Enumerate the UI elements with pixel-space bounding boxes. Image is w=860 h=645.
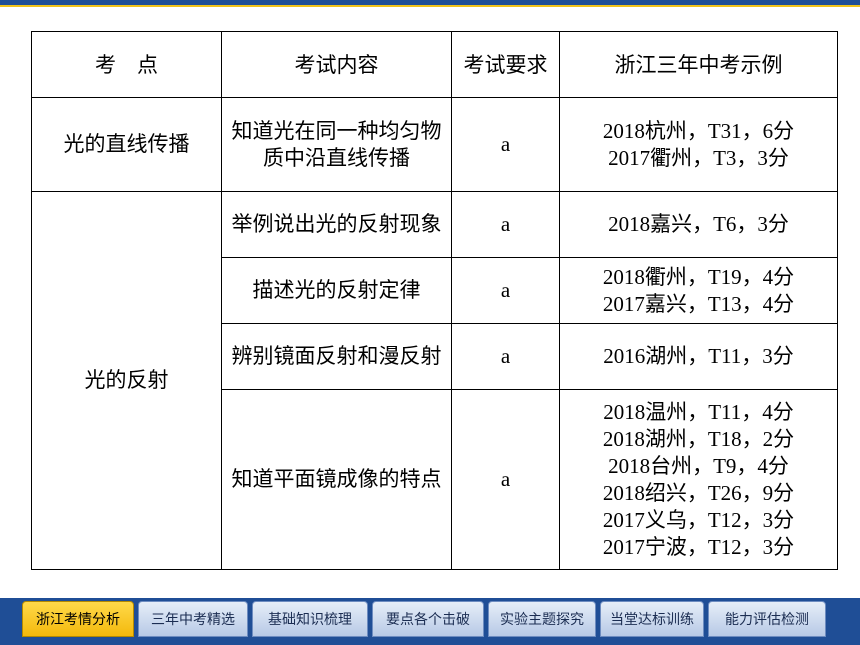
- content-cell: 举例说出光的反射现象: [221, 191, 452, 258]
- tab-basic-knowledge[interactable]: 基础知识梳理: [252, 601, 368, 637]
- header-content: 考试内容: [221, 31, 452, 98]
- example-line: 2017嘉兴，T13，4分: [602, 291, 795, 316]
- example-line: 2018台州，T9，4分: [608, 453, 789, 478]
- requirement-cell: a: [451, 97, 560, 192]
- header-requirement: 考试要求: [451, 31, 560, 98]
- header-examples: 浙江三年中考示例: [559, 31, 838, 98]
- example-line: 2016湖州，T11，3分: [603, 344, 794, 368]
- table-row: 光的反射 举例说出光的反射现象 a 2018嘉兴，T6，3分: [31, 191, 838, 570]
- example-line: 2018嘉兴，T6，3分: [608, 212, 789, 236]
- requirement-cell: a: [451, 389, 560, 570]
- tab-three-year-exams[interactable]: 三年中考精选: [138, 601, 248, 637]
- example-line: 2017衢州，T3，3分: [608, 145, 789, 170]
- table-header-row: 考 点 考试内容 考试要求 浙江三年中考示例: [31, 31, 838, 98]
- requirement-cell: a: [451, 191, 560, 258]
- table-row: 光的直线传播 知道光在同一种均匀物质中沿直线传播 a 2018杭州，T31，6分…: [31, 97, 838, 192]
- tab-experiment-inquiry[interactable]: 实验主题探究: [488, 601, 596, 637]
- examples-cell: 2018温州，T11，4分 2018湖州，T18，2分 2018台州，T9，4分…: [559, 389, 838, 570]
- content-cell: 描述光的反射定律: [221, 257, 452, 324]
- top-accent-stripe: [0, 5, 860, 7]
- example-line: 2018湖州，T18，2分: [602, 426, 795, 451]
- point-cell: 光的反射: [31, 191, 222, 570]
- content-cell: 知道平面镜成像的特点: [221, 389, 452, 570]
- example-line: 2018绍兴，T26，9分: [602, 480, 795, 505]
- example-line: 2018温州，T11，4分: [603, 399, 794, 424]
- content-cell: 知道光在同一种均匀物质中沿直线传播: [221, 97, 452, 192]
- tab-classroom-practice[interactable]: 当堂达标训练: [600, 601, 704, 637]
- tab-key-points[interactable]: 要点各个击破: [372, 601, 484, 637]
- tab-ability-assessment[interactable]: 能力评估检测: [708, 601, 826, 637]
- examples-cell: 2016湖州，T11，3分: [559, 323, 838, 390]
- examples-cell: 2018衢州，T19，4分 2017嘉兴，T13，4分: [559, 257, 838, 324]
- content-cell: 辨别镜面反射和漫反射: [221, 323, 452, 390]
- examples-cell: 2018嘉兴，T6，3分: [559, 191, 838, 258]
- example-line: 2017宁波，T12，3分: [602, 534, 795, 559]
- example-line: 2018杭州，T31，6分: [602, 118, 795, 143]
- requirement-cell: a: [451, 257, 560, 324]
- header-point: 考 点: [31, 31, 222, 98]
- requirement-cell: a: [451, 323, 560, 390]
- exam-table: 考 点 考试内容 考试要求 浙江三年中考示例 光的直线传播 知道光在同一种均匀物…: [31, 31, 838, 570]
- tab-zhejiang-analysis[interactable]: 浙江考情分析: [22, 601, 134, 637]
- example-line: 2017义乌，T12，3分: [602, 507, 795, 532]
- point-cell: 光的直线传播: [31, 97, 222, 192]
- examples-cell: 2018杭州，T31，6分 2017衢州，T3，3分: [559, 97, 838, 192]
- example-line: 2018衢州，T19，4分: [602, 264, 795, 289]
